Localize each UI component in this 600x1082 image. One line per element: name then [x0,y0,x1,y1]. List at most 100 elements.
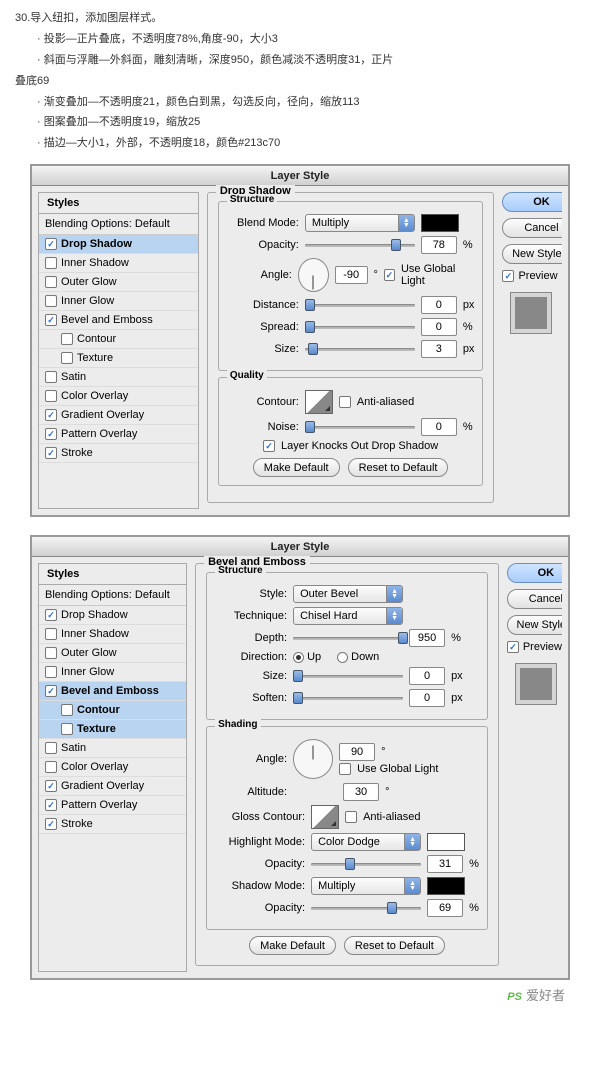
style-bevel-emboss[interactable]: Bevel and Emboss [39,311,198,330]
spread-slider[interactable] [305,320,415,334]
checkbox-icon[interactable] [45,295,57,307]
highlight-opacity-input[interactable]: 31 [427,855,463,873]
checkbox-icon[interactable] [45,742,57,754]
anti-alias-checkbox[interactable] [345,811,357,823]
size-slider[interactable] [305,342,415,356]
anti-alias-checkbox[interactable] [339,396,351,408]
checkbox-icon[interactable] [45,685,57,697]
checkbox-icon[interactable] [45,257,57,269]
bevel-size-input[interactable]: 0 [409,667,445,685]
highlight-color-swatch[interactable] [427,833,465,851]
soften-input[interactable]: 0 [409,689,445,707]
noise-input[interactable]: 0 [421,418,457,436]
style-drop-shadow[interactable]: Drop Shadow [39,235,198,254]
checkbox-icon[interactable] [45,780,57,792]
style-satin[interactable]: Satin [39,368,198,387]
checkbox-icon[interactable] [45,647,57,659]
distance-input[interactable]: 0 [421,296,457,314]
ok-button[interactable]: OK [507,563,562,583]
new-style-button[interactable]: New Style... [502,244,562,264]
style-outer-glow[interactable]: Outer Glow [39,273,198,292]
style-texture[interactable]: Texture [39,720,186,739]
angle-input[interactable]: -90 [335,266,368,284]
preview-checkbox[interactable] [502,270,514,282]
style-bevel-emboss[interactable]: Bevel and Emboss [39,682,186,701]
spread-input[interactable]: 0 [421,318,457,336]
technique-select[interactable]: Chisel Hard▲▼ [293,607,403,625]
new-style-button[interactable]: New Style... [507,615,562,635]
depth-slider[interactable] [293,631,403,645]
global-light-checkbox[interactable] [384,269,395,281]
cancel-button[interactable]: Cancel [502,218,562,238]
angle-dial[interactable] [298,258,329,292]
preview-checkbox[interactable] [507,641,519,653]
style-stroke[interactable]: Stroke [39,815,186,834]
checkbox-icon[interactable] [45,276,57,288]
checkbox-icon[interactable] [45,428,57,440]
checkbox-icon[interactable] [61,352,73,364]
style-stroke[interactable]: Stroke [39,444,198,463]
size-input[interactable]: 3 [421,340,457,358]
shadow-mode-select[interactable]: Multiply▲▼ [311,877,421,895]
direction-down-radio[interactable]: Down [337,651,379,663]
checkbox-icon[interactable] [45,761,57,773]
checkbox-icon[interactable] [45,238,57,250]
style-texture[interactable]: Texture [39,349,198,368]
style-inner-glow[interactable]: Inner Glow [39,292,198,311]
bevel-angle-input[interactable]: 90 [339,743,375,761]
style-inner-shadow[interactable]: Inner Shadow [39,254,198,273]
soften-slider[interactable] [293,691,403,705]
checkbox-icon[interactable] [61,333,73,345]
depth-input[interactable]: 950 [409,629,445,647]
shadow-opacity-input[interactable]: 69 [427,899,463,917]
blending-options[interactable]: Blending Options: Default [39,214,198,235]
style-gradient-overlay[interactable]: Gradient Overlay [39,777,186,796]
style-inner-glow[interactable]: Inner Glow [39,663,186,682]
checkbox-icon[interactable] [45,799,57,811]
angle-altitude-dial[interactable] [293,739,333,779]
make-default-button[interactable]: Make Default [253,458,340,477]
checkbox-icon[interactable] [61,723,73,735]
style-satin[interactable]: Satin [39,739,186,758]
cancel-button[interactable]: Cancel [507,589,562,609]
checkbox-icon[interactable] [45,628,57,640]
checkbox-icon[interactable] [45,666,57,678]
gloss-contour-picker[interactable] [311,805,339,829]
opacity-slider[interactable] [305,238,415,252]
shadow-color-swatch[interactable] [427,877,465,895]
checkbox-icon[interactable] [45,609,57,621]
opacity-input[interactable]: 78 [421,236,457,254]
blending-options[interactable]: Blending Options: Default [39,585,186,606]
style-outer-glow[interactable]: Outer Glow [39,644,186,663]
checkbox-icon[interactable] [45,447,57,459]
style-gradient-overlay[interactable]: Gradient Overlay [39,406,198,425]
checkbox-icon[interactable] [45,818,57,830]
blend-mode-select[interactable]: Multiply▲▼ [305,214,415,232]
style-color-overlay[interactable]: Color Overlay [39,758,186,777]
style-contour[interactable]: Contour [39,701,186,720]
checkbox-icon[interactable] [45,314,57,326]
direction-up-radio[interactable]: Up [293,651,321,663]
highlight-opacity-slider[interactable] [311,857,421,871]
noise-slider[interactable] [305,420,415,434]
style-inner-shadow[interactable]: Inner Shadow [39,625,186,644]
checkbox-icon[interactable] [61,704,73,716]
contour-picker[interactable] [305,390,333,414]
highlight-mode-select[interactable]: Color Dodge▲▼ [311,833,421,851]
checkbox-icon[interactable] [45,371,57,383]
reset-default-button[interactable]: Reset to Default [344,936,445,955]
distance-slider[interactable] [305,298,415,312]
ok-button[interactable]: OK [502,192,562,212]
altitude-input[interactable]: 30 [343,783,379,801]
style-pattern-overlay[interactable]: Pattern Overlay [39,796,186,815]
checkbox-icon[interactable] [45,409,57,421]
global-light-checkbox[interactable] [339,763,351,775]
style-pattern-overlay[interactable]: Pattern Overlay [39,425,198,444]
style-contour[interactable]: Contour [39,330,198,349]
shadow-color-swatch[interactable] [421,214,459,232]
checkbox-icon[interactable] [45,390,57,402]
make-default-button[interactable]: Make Default [249,936,336,955]
reset-default-button[interactable]: Reset to Default [348,458,449,477]
style-color-overlay[interactable]: Color Overlay [39,387,198,406]
bevel-style-select[interactable]: Outer Bevel▲▼ [293,585,403,603]
